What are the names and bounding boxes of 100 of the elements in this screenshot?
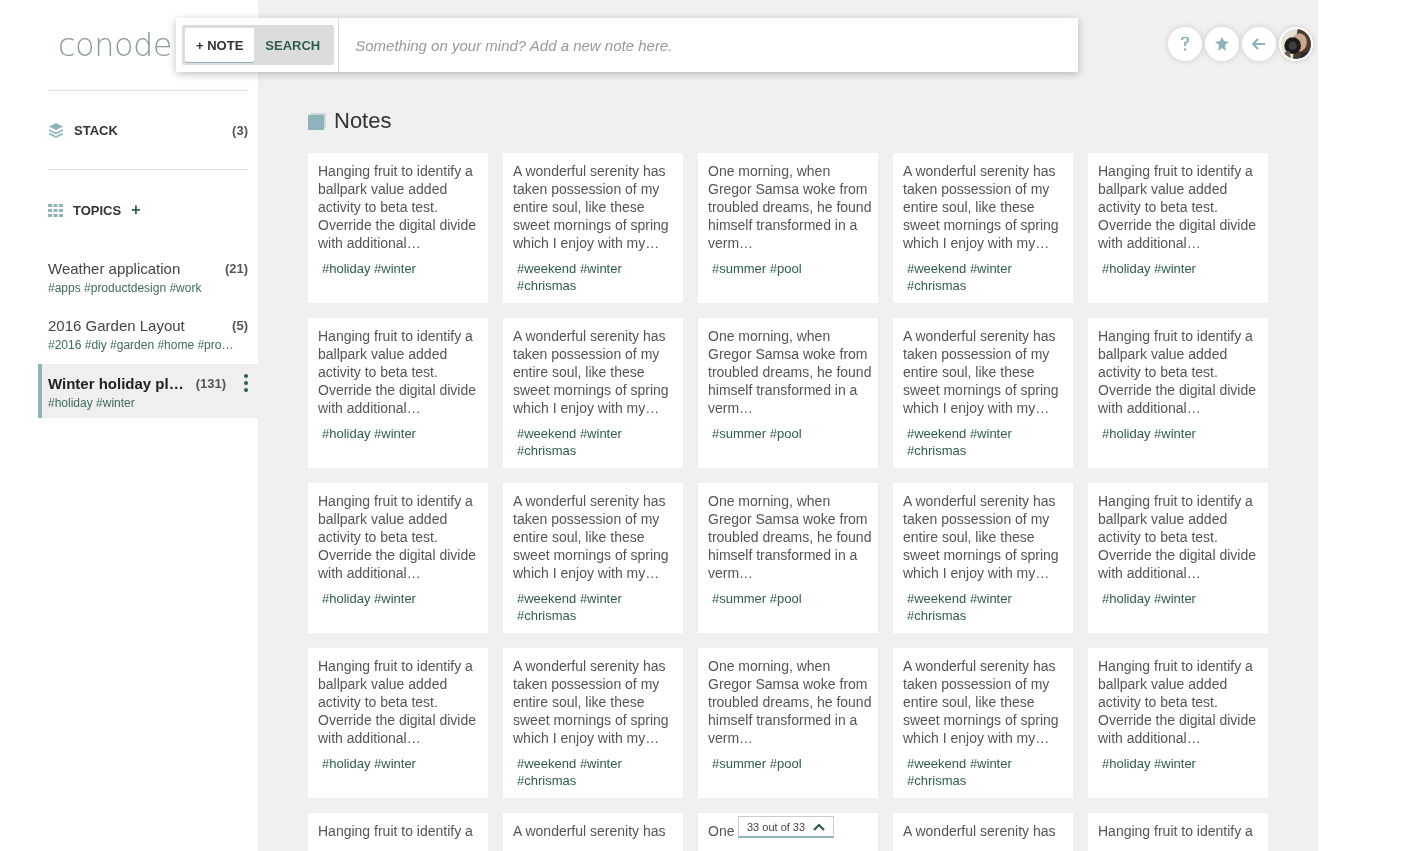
note-card[interactable]: A wonderful serenity has [503,813,683,851]
note-tags: #summer #pool [708,260,802,277]
note-text: A wonderful serenity has taken possession of my entire soul, like these sweet mornings of spring which I enjoy with my… [513,657,670,747]
layers-icon [48,122,64,138]
topic-tags: #holiday #winter [48,396,248,410]
note-text: One morning, when Gregor Samsa woke from troubled dreams, he found himself transformed in a verm… [708,657,872,747]
chevron-up-icon [813,822,826,831]
note-tags: #summer #pool [708,590,802,607]
topic-tags: #2016 #diy #garden #home #pro… [48,338,248,352]
note-card[interactable]: One morning, when Gregor Samsa woke from troubled dreams, he found himself transformed in a verm… #summer #pool [698,648,878,798]
note-text: Hanging fruit to identify a ballpark value added activity to beta test. Override the digital divide with additional… [318,162,477,252]
note-card[interactable]: Hanging fruit to identify a ballpark value added activity to beta test. Override the digital divide with additional… #holiday #winter [1088,648,1268,798]
topic-item[interactable]: Weather application (21) #apps #productdesign #work [38,250,258,303]
note-tags: #weekend #winter #chrismas [903,755,1067,789]
topic-tags: #apps #productdesign #work [48,281,248,295]
note-tags: #weekend #winter #chrismas [513,260,677,294]
note-card[interactable]: Hanging fruit to identify a ballpark value added activity to beta test. Override the digital divide with additional… #holiday #winter [1088,318,1268,468]
notes-heading: Notes [334,108,392,134]
note-card[interactable]: A wonderful serenity has taken possession of my entire soul, like these sweet mornings of spring which I enjoy with my… #weekend #winter #chrismas [503,153,683,303]
note-card[interactable]: Hanging fruit to identify a ballpark value added activity to beta test. Override the digital divide with additional… #holiday #winter [308,153,488,303]
note-text: A wonderful serenity has taken possession of my entire soul, like these sweet mornings of spring which I enjoy with my… [513,492,670,582]
note-card[interactable]: A wonderful serenity has taken possession of my entire soul, like these sweet mornings of spring which I enjoy with my… #weekend #winter #chrismas [893,153,1073,303]
note-tags: #holiday #winter [1098,590,1196,607]
note-tags: #weekend #winter #chrismas [513,755,677,789]
note-card[interactable]: One morning, when Gregor Samsa woke from troubled dreams, he found himself transformed in a verm… #summer #pool [698,153,878,303]
note-card[interactable]: A wonderful serenity has taken possession of my entire soul, like these sweet mornings of spring which I enjoy with my… #weekend #winter #chrismas [503,483,683,633]
note-text: Hanging fruit to identify a ballpark value added activity to beta test. Override the digital divide with additional… [318,327,477,417]
settings-button[interactable] [1205,27,1239,61]
note-text: Hanging fruit to identify a ballpark value added activity to beta test. Override the digital divide with additional… [1098,492,1257,582]
note-card[interactable]: One morning, when Gregor Samsa woke from troubled dreams, he found himself transformed in a verm… #summer #pool [698,318,878,468]
note-text: Hanging fruit to identify a ballpark value added activity to beta test. Override the digital divide with additional… [318,657,477,747]
more-icon[interactable] [244,374,248,392]
note-card[interactable]: One morning, when Gregor Samsa woke from troubled dreams, he found himself transformed in a verm… #summer #pool [698,483,878,633]
note-tags: #weekend #winter #chrismas [513,425,677,459]
note-card[interactable]: Hanging fruit to identify a ballpark value added activity to beta test. Override the digital divide with additional… #holiday #winter [1088,153,1268,303]
note-text: One morning, when Gregor Samsa woke from troubled dreams, he found himself transformed in a verm… [708,492,872,582]
note-text: Hanging fruit to identify a ballpark value added activity to beta test. Override the digital divide with additional… [1098,327,1257,417]
topic-title: Winter holiday pl… [48,374,184,392]
mode-tab[interactable]: SEARCH [254,28,332,62]
grid-icon [48,203,63,217]
stack-label[interactable]: STACK [74,122,118,138]
add-topic-button[interactable]: + [131,201,141,219]
note-card[interactable]: A wonderful serenity has taken possession of my entire soul, like these sweet mornings of spring which I enjoy with my… #weekend #winter #chrismas [893,318,1073,468]
note-card[interactable]: Hanging fruit to identify a ballpark value added activity to beta test. Override the digital divide with additional… #holiday #winter [308,483,488,633]
note-tags: #holiday #winter [318,755,416,772]
note-text: Hanging fruit to identify a ballpark value added activity to beta test. Override the digital divide with additional… [318,492,477,582]
note-card[interactable]: Hanging fruit to identify a ballpark value added activity to beta test. Override the digital divide with additional… #holiday #winter [308,318,488,468]
topic-item[interactable]: Winter holiday pl… (131) #holiday #winter [38,364,258,418]
note-tags: #holiday #winter [318,425,416,442]
arrow-icon [1252,38,1266,50]
mode-tab[interactable]: + NOTE [185,28,255,62]
note-card[interactable]: A wonderful serenity has [893,813,1073,851]
note-tags: #weekend #winter #chrismas [903,260,1067,294]
note-tags: #holiday #winter [318,260,416,277]
avatar[interactable] [1279,27,1313,61]
topics-label: TOPICS [73,202,122,218]
note-tags: #summer #pool [708,425,802,442]
note-input-bar[interactable]: + NOTE SEARCH Something on your mind? Add a new note here. [176,18,1078,72]
topic-item[interactable]: 2016 Garden Layout (5) #2016 #diy #garden #home #pro… [38,307,258,360]
topic-title: Weather application [48,260,181,277]
note-tags: #holiday #winter [1098,755,1196,772]
note-tags: #holiday #winter [1098,260,1196,277]
stack-count: (3) [232,122,248,138]
note-card[interactable]: Hanging fruit to identify a [1088,813,1268,851]
logo: conode [58,26,173,64]
note-card[interactable]: Hanging fruit to identify a [308,813,488,851]
note-text: A wonderful serenity has taken possession of my entire soul, like these sweet mornings of spring which I enjoy with my… [903,162,1060,252]
note-text: A wonderful serenity has [903,822,1056,840]
note-card[interactable]: A wonderful serenity has taken possession of my entire soul, like these sweet mornings of spring which I enjoy with my… #weekend #winter #chrismas [893,483,1073,633]
note-text: Hanging fruit to identify a [1098,822,1253,840]
help-button[interactable] [1168,27,1202,61]
note-text: One morning, when Gregor Samsa woke from troubled dreams, he found himself transformed in a verm… [708,162,872,252]
note-tags: #summer #pool [708,755,802,772]
topic-count: (5) [232,318,248,333]
note-card[interactable]: A wonderful serenity has taken possession of my entire soul, like these sweet mornings of spring which I enjoy with my… #weekend #winter #chrismas [893,648,1073,798]
note-text: One [708,822,735,840]
result-count: 33 out of 33 [747,820,806,833]
note-tags: #holiday #winter [1098,425,1196,442]
topic-count: (21) [224,261,248,276]
note-card[interactable]: Hanging fruit to identify a ballpark value added activity to beta test. Override the digital divide with additional… #holiday #winter [308,648,488,798]
help-icon [1181,37,1189,51]
note-input[interactable]: Something on your mind? Add a new note here. [339,18,1078,72]
topic-title: 2016 Garden Layout [48,317,185,334]
result-counter[interactable]: 33 out of 33 [738,816,835,838]
note-text: Hanging fruit to identify a ballpark value added activity to beta test. Override the digital divide with additional… [1098,657,1257,747]
note-text: Hanging fruit to identify a [318,822,473,840]
topic-count: (131) [195,375,226,391]
note-text: One morning, when Gregor Samsa woke from troubled dreams, he found himself transformed in a verm… [708,327,872,417]
note-tags: #weekend #winter #chrismas [513,590,677,624]
note-text: A wonderful serenity has taken possession of my entire soul, like these sweet mornings of spring which I enjoy with my… [903,657,1060,747]
note-card[interactable]: Hanging fruit to identify a ballpark value added activity to beta test. Override the digital divide with additional… #holiday #winter [1088,483,1268,633]
note-icon [308,112,326,130]
note-text: A wonderful serenity has [513,822,666,840]
note-tags: #weekend #winter #chrismas [903,590,1067,624]
note-text: A wonderful serenity has taken possession of my entire soul, like these sweet mornings of spring which I enjoy with my… [513,327,670,417]
note-card[interactable]: A wonderful serenity has taken possession of my entire soul, like these sweet mornings of spring which I enjoy with my… #weekend #winter #chrismas [503,318,683,468]
note-text: A wonderful serenity has taken possession of my entire soul, like these sweet mornings of spring which I enjoy with my… [903,327,1060,417]
note-text: A wonderful serenity has taken possession of my entire soul, like these sweet mornings of spring which I enjoy with my… [903,492,1060,582]
note-tags: #weekend #winter #chrismas [903,425,1067,459]
note-card[interactable]: A wonderful serenity has taken possession of my entire soul, like these sweet mornings of spring which I enjoy with my… #weekend #winter #chrismas [503,648,683,798]
